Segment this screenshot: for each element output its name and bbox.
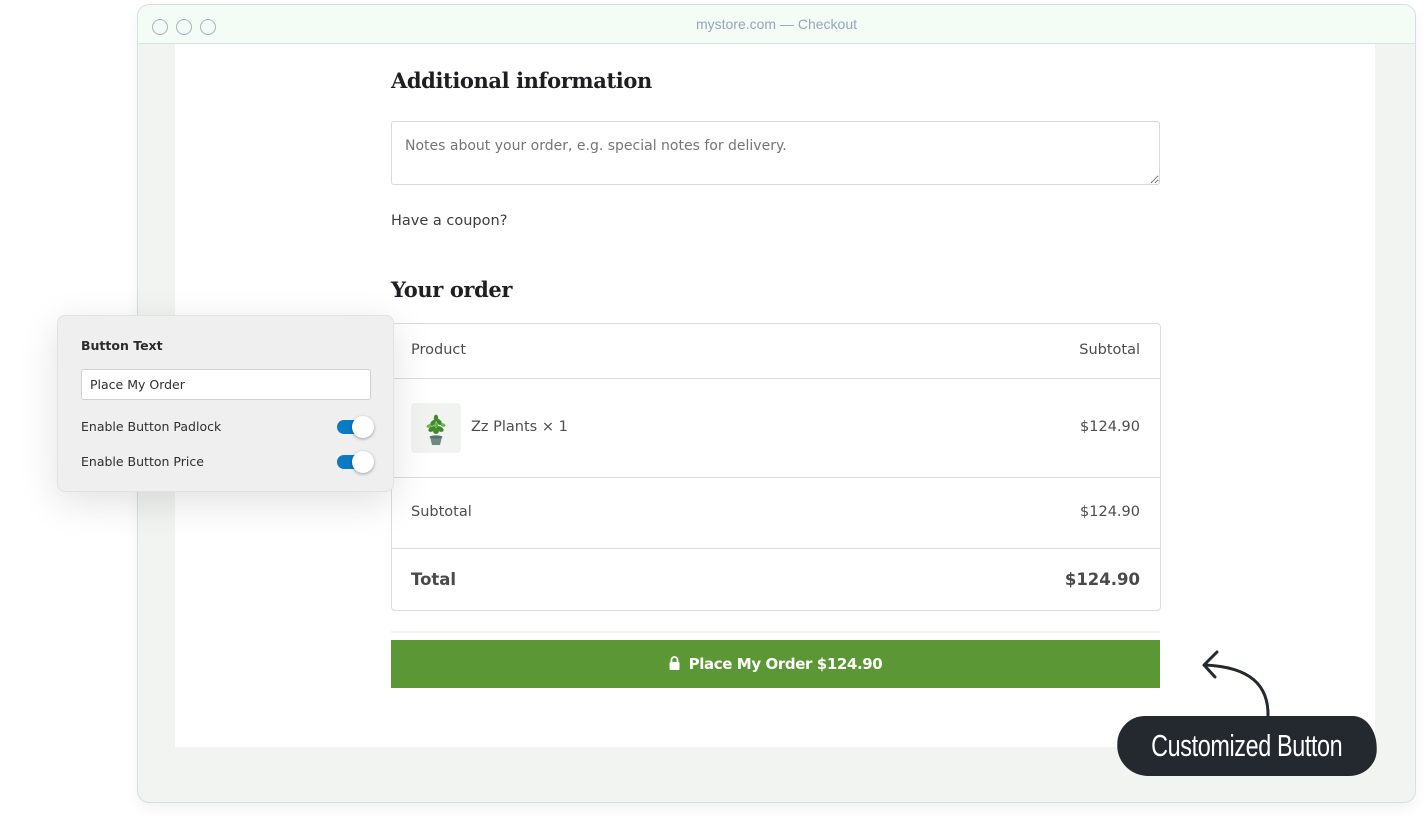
additional-information-heading: Additional information	[391, 68, 652, 93]
place-order-button[interactable]: Place My Order $124.90	[391, 640, 1160, 688]
product-column-header: Product	[411, 342, 467, 358]
plant-image	[411, 403, 461, 453]
order-review-table: Product Subtotal Zz Plants × 1 $124.90 S…	[391, 323, 1161, 611]
window-title: mystore.com — Checkout	[695, 16, 858, 32]
subtotal-value: $124.90	[1080, 504, 1140, 520]
enable-price-toggle[interactable]	[337, 451, 374, 473]
order-notes-textarea[interactable]	[391, 121, 1160, 185]
callout-label: Customized Button	[1151, 728, 1343, 763]
button-text-label: Button Text	[81, 338, 163, 353]
button-settings-panel: Button Text Enable Button Padlock Enable…	[57, 315, 394, 492]
total-value: $124.90	[1064, 570, 1140, 589]
product-price: $124.90	[1080, 419, 1140, 435]
total-label: Total	[411, 570, 457, 589]
have-a-coupon-link[interactable]: Have a coupon?	[391, 213, 507, 229]
subtotal-label: Subtotal	[411, 504, 472, 520]
table-row: Zz Plants × 1 $124.90	[392, 379, 1160, 478]
window-titlebar: mystore.com — Checkout	[138, 5, 1415, 44]
curved-arrow-icon	[1202, 650, 1270, 719]
table-header-row: Product Subtotal	[392, 324, 1160, 379]
divider	[391, 631, 1160, 633]
subtotal-column-header: Subtotal	[1079, 342, 1140, 358]
your-order-heading: Your order	[391, 277, 512, 302]
toggle-knob	[352, 451, 374, 473]
padlock-icon	[669, 656, 680, 670]
total-row: Total $124.90	[392, 549, 1160, 611]
product-name: Zz Plants × 1	[471, 419, 568, 435]
subtotal-row: Subtotal $124.90	[392, 478, 1160, 549]
enable-padlock-toggle[interactable]	[337, 416, 374, 438]
order-notes-wrapper	[391, 121, 1160, 185]
button-text-input[interactable]	[81, 369, 371, 400]
enable-price-label: Enable Button Price	[81, 454, 204, 469]
customized-button-callout: Customized Button	[1117, 716, 1377, 776]
plant-icon	[426, 414, 446, 445]
toggle-knob	[352, 416, 374, 438]
enable-padlock-label: Enable Button Padlock	[81, 419, 222, 434]
place-order-label: Place My Order $124.90	[688, 655, 883, 673]
